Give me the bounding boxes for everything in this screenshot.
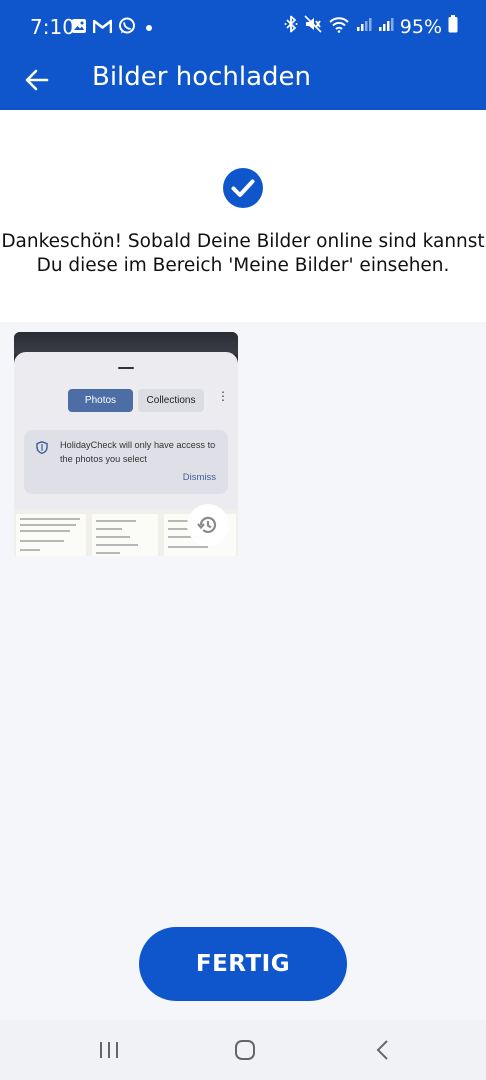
status-bar: 7:10 95%	[0, 0, 486, 52]
check-circle-icon	[223, 168, 263, 208]
battery-percent: 95%	[399, 15, 442, 38]
page-title: Bilder hochladen	[92, 62, 312, 92]
photo-picker-sheet: Photos Collections ⋮ HolidayCheck will o…	[14, 352, 238, 510]
uploaded-image-thumbnail[interactable]: Photos Collections ⋮ HolidayCheck will o…	[14, 332, 238, 556]
back-nav-button[interactable]	[366, 1036, 398, 1064]
wifi-icon	[328, 15, 350, 38]
confirmation-message: Dankeschön! Sobald Deine Bilder online s…	[1, 231, 485, 276]
tab-photos: Photos	[68, 389, 133, 412]
confirmation-panel: Dankeschön! Sobald Deine Bilder online s…	[0, 110, 486, 322]
image-icon	[71, 18, 87, 39]
chevron-left-icon	[376, 1040, 388, 1060]
sheet-handle	[118, 367, 134, 369]
app-bar: Bilder hochladen	[0, 52, 486, 110]
whatsapp-icon	[118, 17, 136, 40]
document-column	[16, 514, 86, 556]
bluetooth-icon	[284, 15, 298, 38]
history-button	[187, 504, 229, 546]
history-icon	[197, 516, 217, 533]
dot-icon	[142, 20, 156, 38]
home-icon	[235, 1040, 255, 1060]
battery-icon	[448, 15, 458, 38]
gmail-icon	[92, 19, 113, 39]
notice-text: HolidayCheck will only have access to th…	[60, 440, 216, 464]
system-nav-bar	[0, 1020, 486, 1080]
dismiss-link: Dismiss	[182, 472, 216, 483]
more-vert-icon: ⋮	[217, 389, 229, 403]
mute-icon	[304, 15, 322, 38]
permission-notice: HolidayCheck will only have access to th…	[24, 430, 228, 494]
document-column	[92, 514, 158, 556]
status-time: 7:10	[30, 15, 75, 39]
home-button[interactable]	[229, 1036, 261, 1064]
recent-apps-button[interactable]	[93, 1036, 125, 1064]
tab-collections: Collections	[138, 389, 204, 412]
thumbnail-background	[14, 332, 238, 354]
arrow-left-icon	[25, 69, 49, 91]
back-button[interactable]	[18, 61, 56, 99]
signal-icon	[356, 16, 372, 37]
recent-apps-icon	[100, 1042, 118, 1058]
shield-icon	[36, 441, 48, 454]
signal-icon	[378, 16, 394, 37]
done-button[interactable]: FERTIG	[139, 927, 347, 1001]
